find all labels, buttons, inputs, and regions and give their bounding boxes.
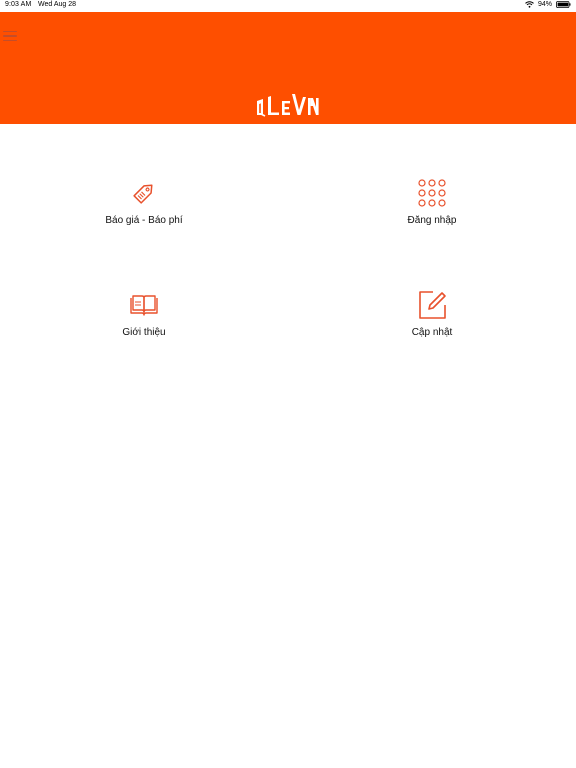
status-bar: 9:03 AM Wed Aug 28 94% [0,0,576,12]
hamburger-menu-icon[interactable] [3,31,17,43]
menu-item-update-label: Cập nhật [411,327,453,338]
keypad-grid-icon [417,178,447,208]
menu-item-update[interactable]: Cập nhật [332,290,532,338]
wifi-icon [525,1,534,8]
status-time: 9:03 AM [5,1,32,8]
menu-item-about[interactable]: Giới thiệu [44,290,244,338]
battery-icon [556,1,571,8]
price-tag-icon [129,178,159,208]
menu-item-about-label: Giới thiệu [122,327,166,338]
app-logo [255,93,321,117]
menu-item-login[interactable]: Đăng nhập [332,178,532,226]
edit-square-icon [417,290,447,320]
open-book-icon [129,290,159,320]
menu-item-quote[interactable]: Báo giá - Báo phí [44,178,244,226]
battery-percentage: 94% [537,1,552,8]
menu-item-quote-label: Báo giá - Báo phí [105,215,183,226]
status-indicators: 94% [525,1,571,8]
status-date: Wed Aug 28 [38,1,77,8]
app-header [0,12,576,124]
menu-item-login-label: Đăng nhập [407,215,457,226]
